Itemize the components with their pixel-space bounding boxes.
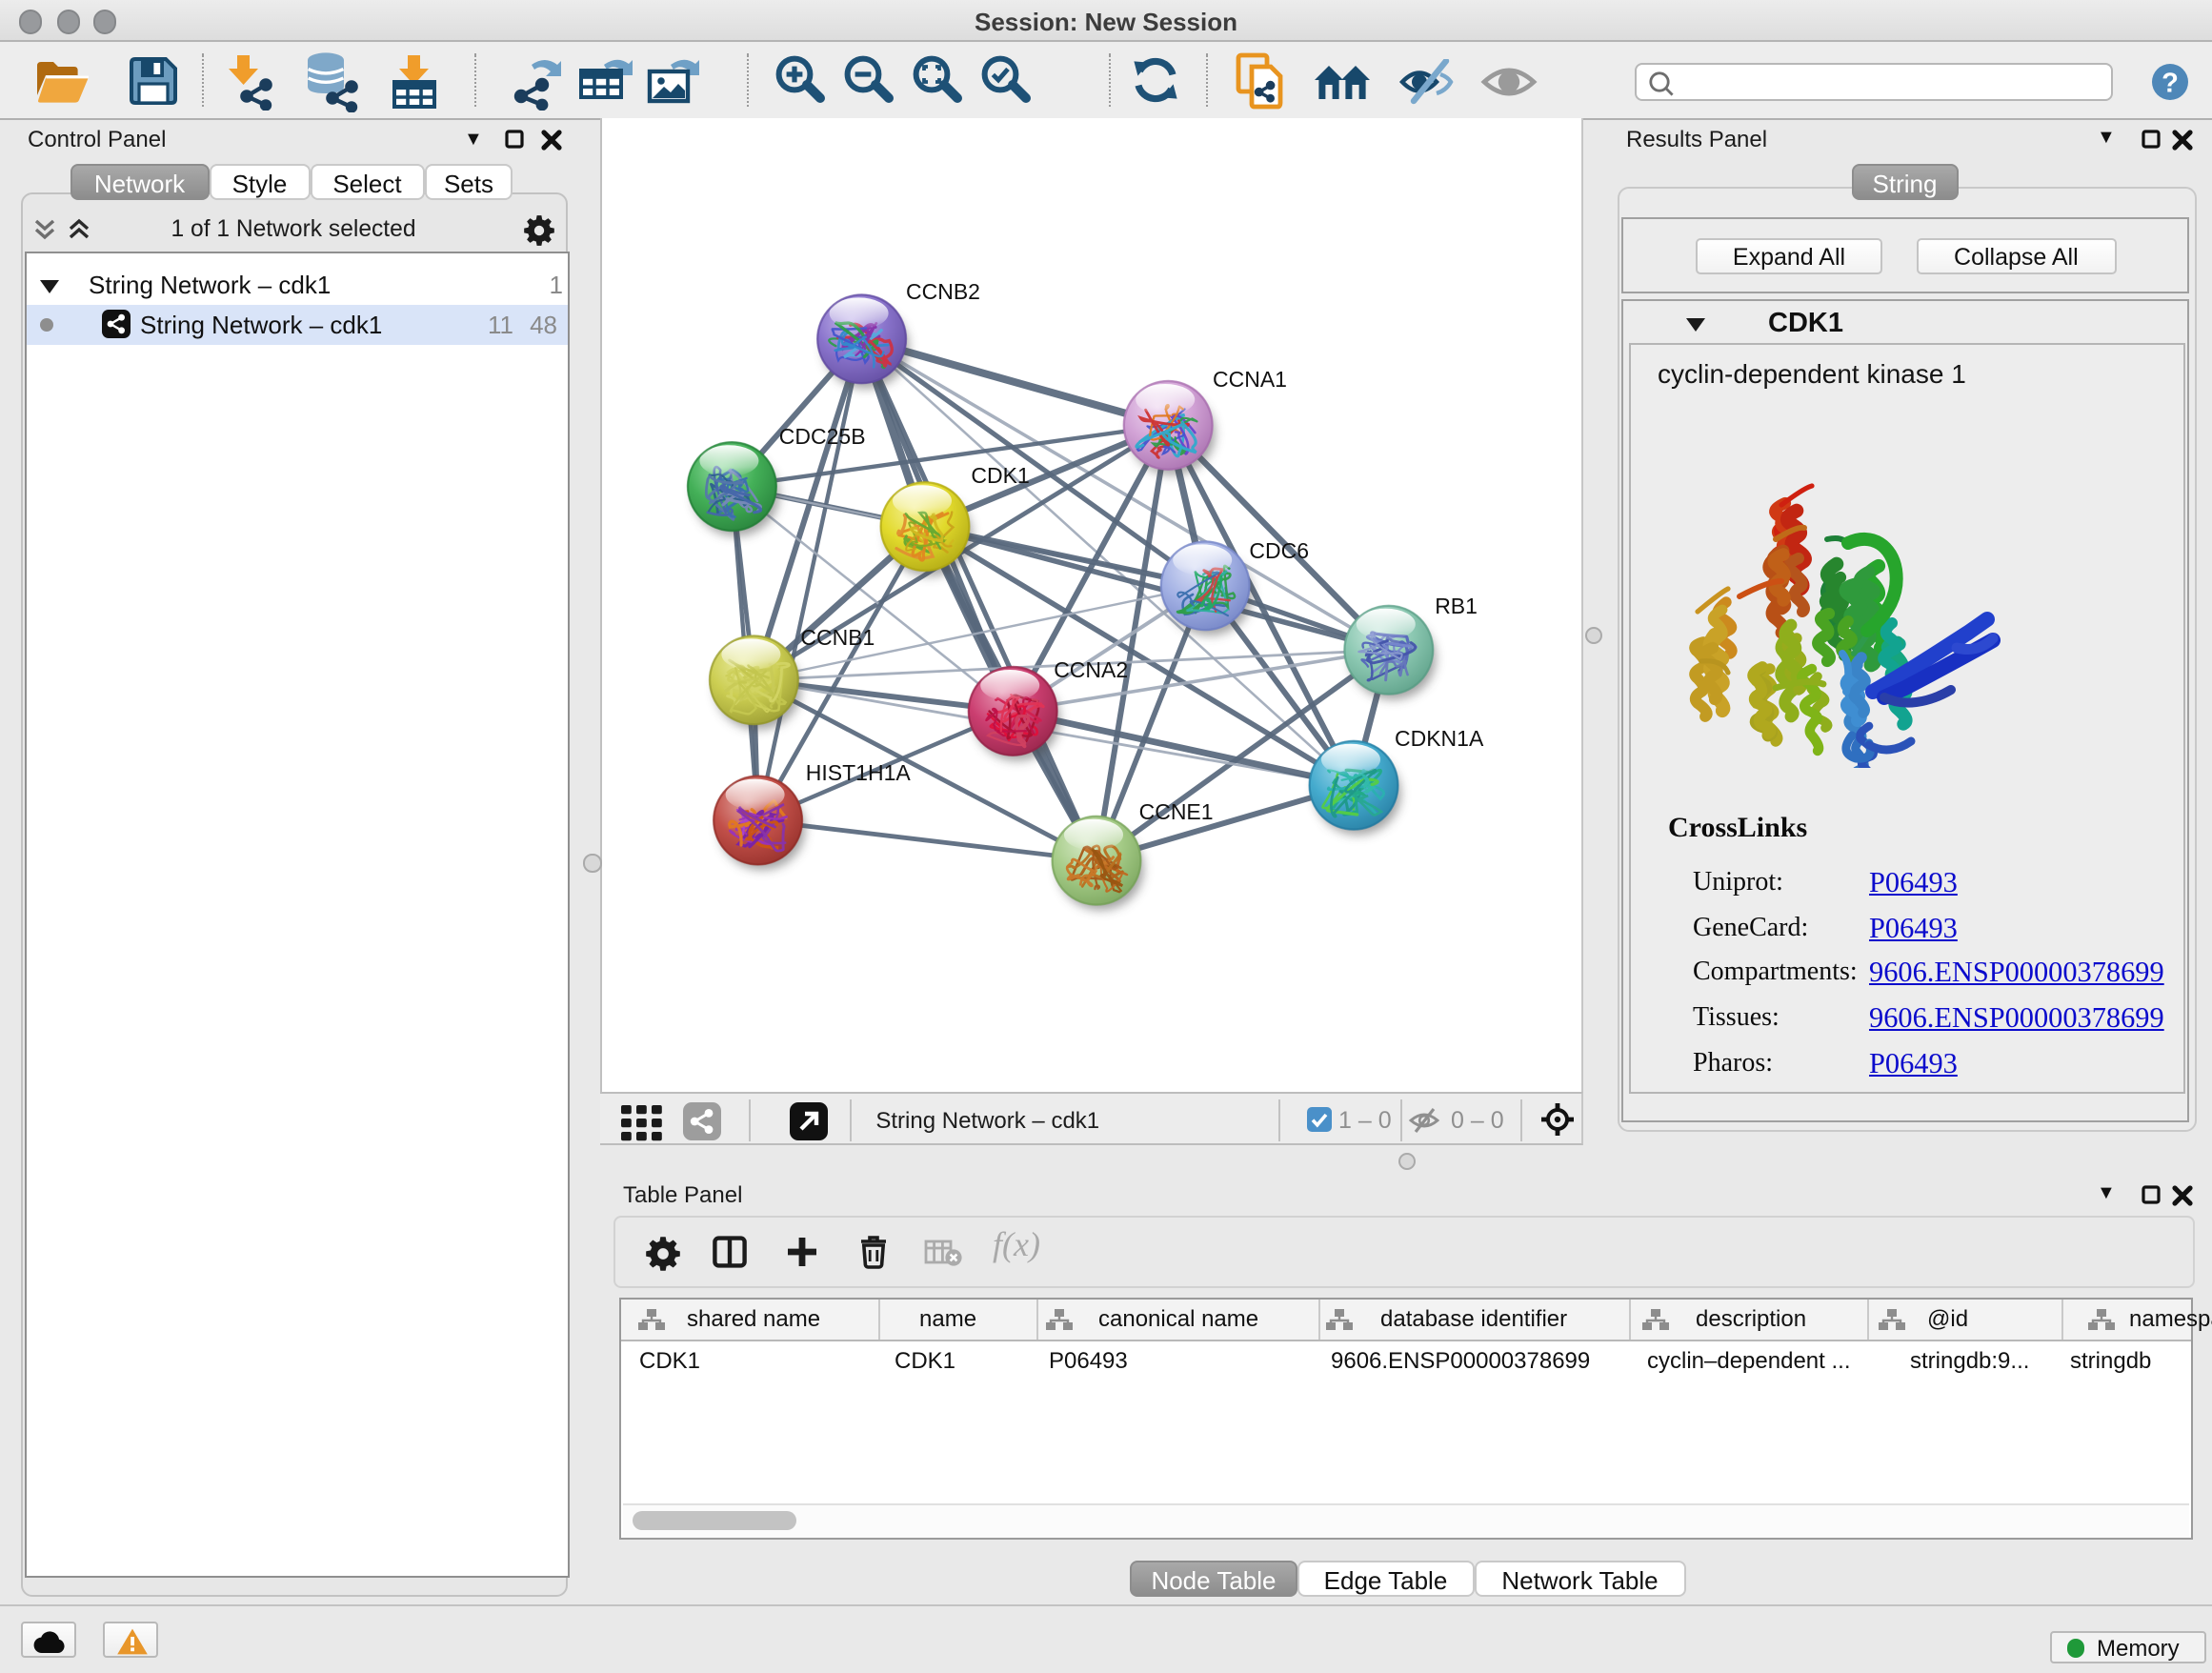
svg-text:CCNA2: CCNA2: [1053, 657, 1127, 682]
svg-text:?: ?: [2162, 68, 2179, 98]
svg-text:HIST1H1A: HIST1H1A: [805, 760, 911, 785]
svg-text:CCNB1: CCNB1: [799, 625, 874, 650]
svg-text:CDC25B: CDC25B: [778, 424, 865, 449]
svg-text:CDK1: CDK1: [970, 463, 1028, 488]
svg-text:CCNE1: CCNE1: [1138, 799, 1213, 824]
svg-text:CCNB2: CCNB2: [905, 279, 979, 304]
svg-text:CDC6: CDC6: [1248, 538, 1308, 563]
svg-text:CDKN1A: CDKN1A: [1394, 726, 1483, 751]
svg-text:RB1: RB1: [1434, 594, 1477, 618]
svg-text:CCNA1: CCNA1: [1212, 367, 1286, 392]
